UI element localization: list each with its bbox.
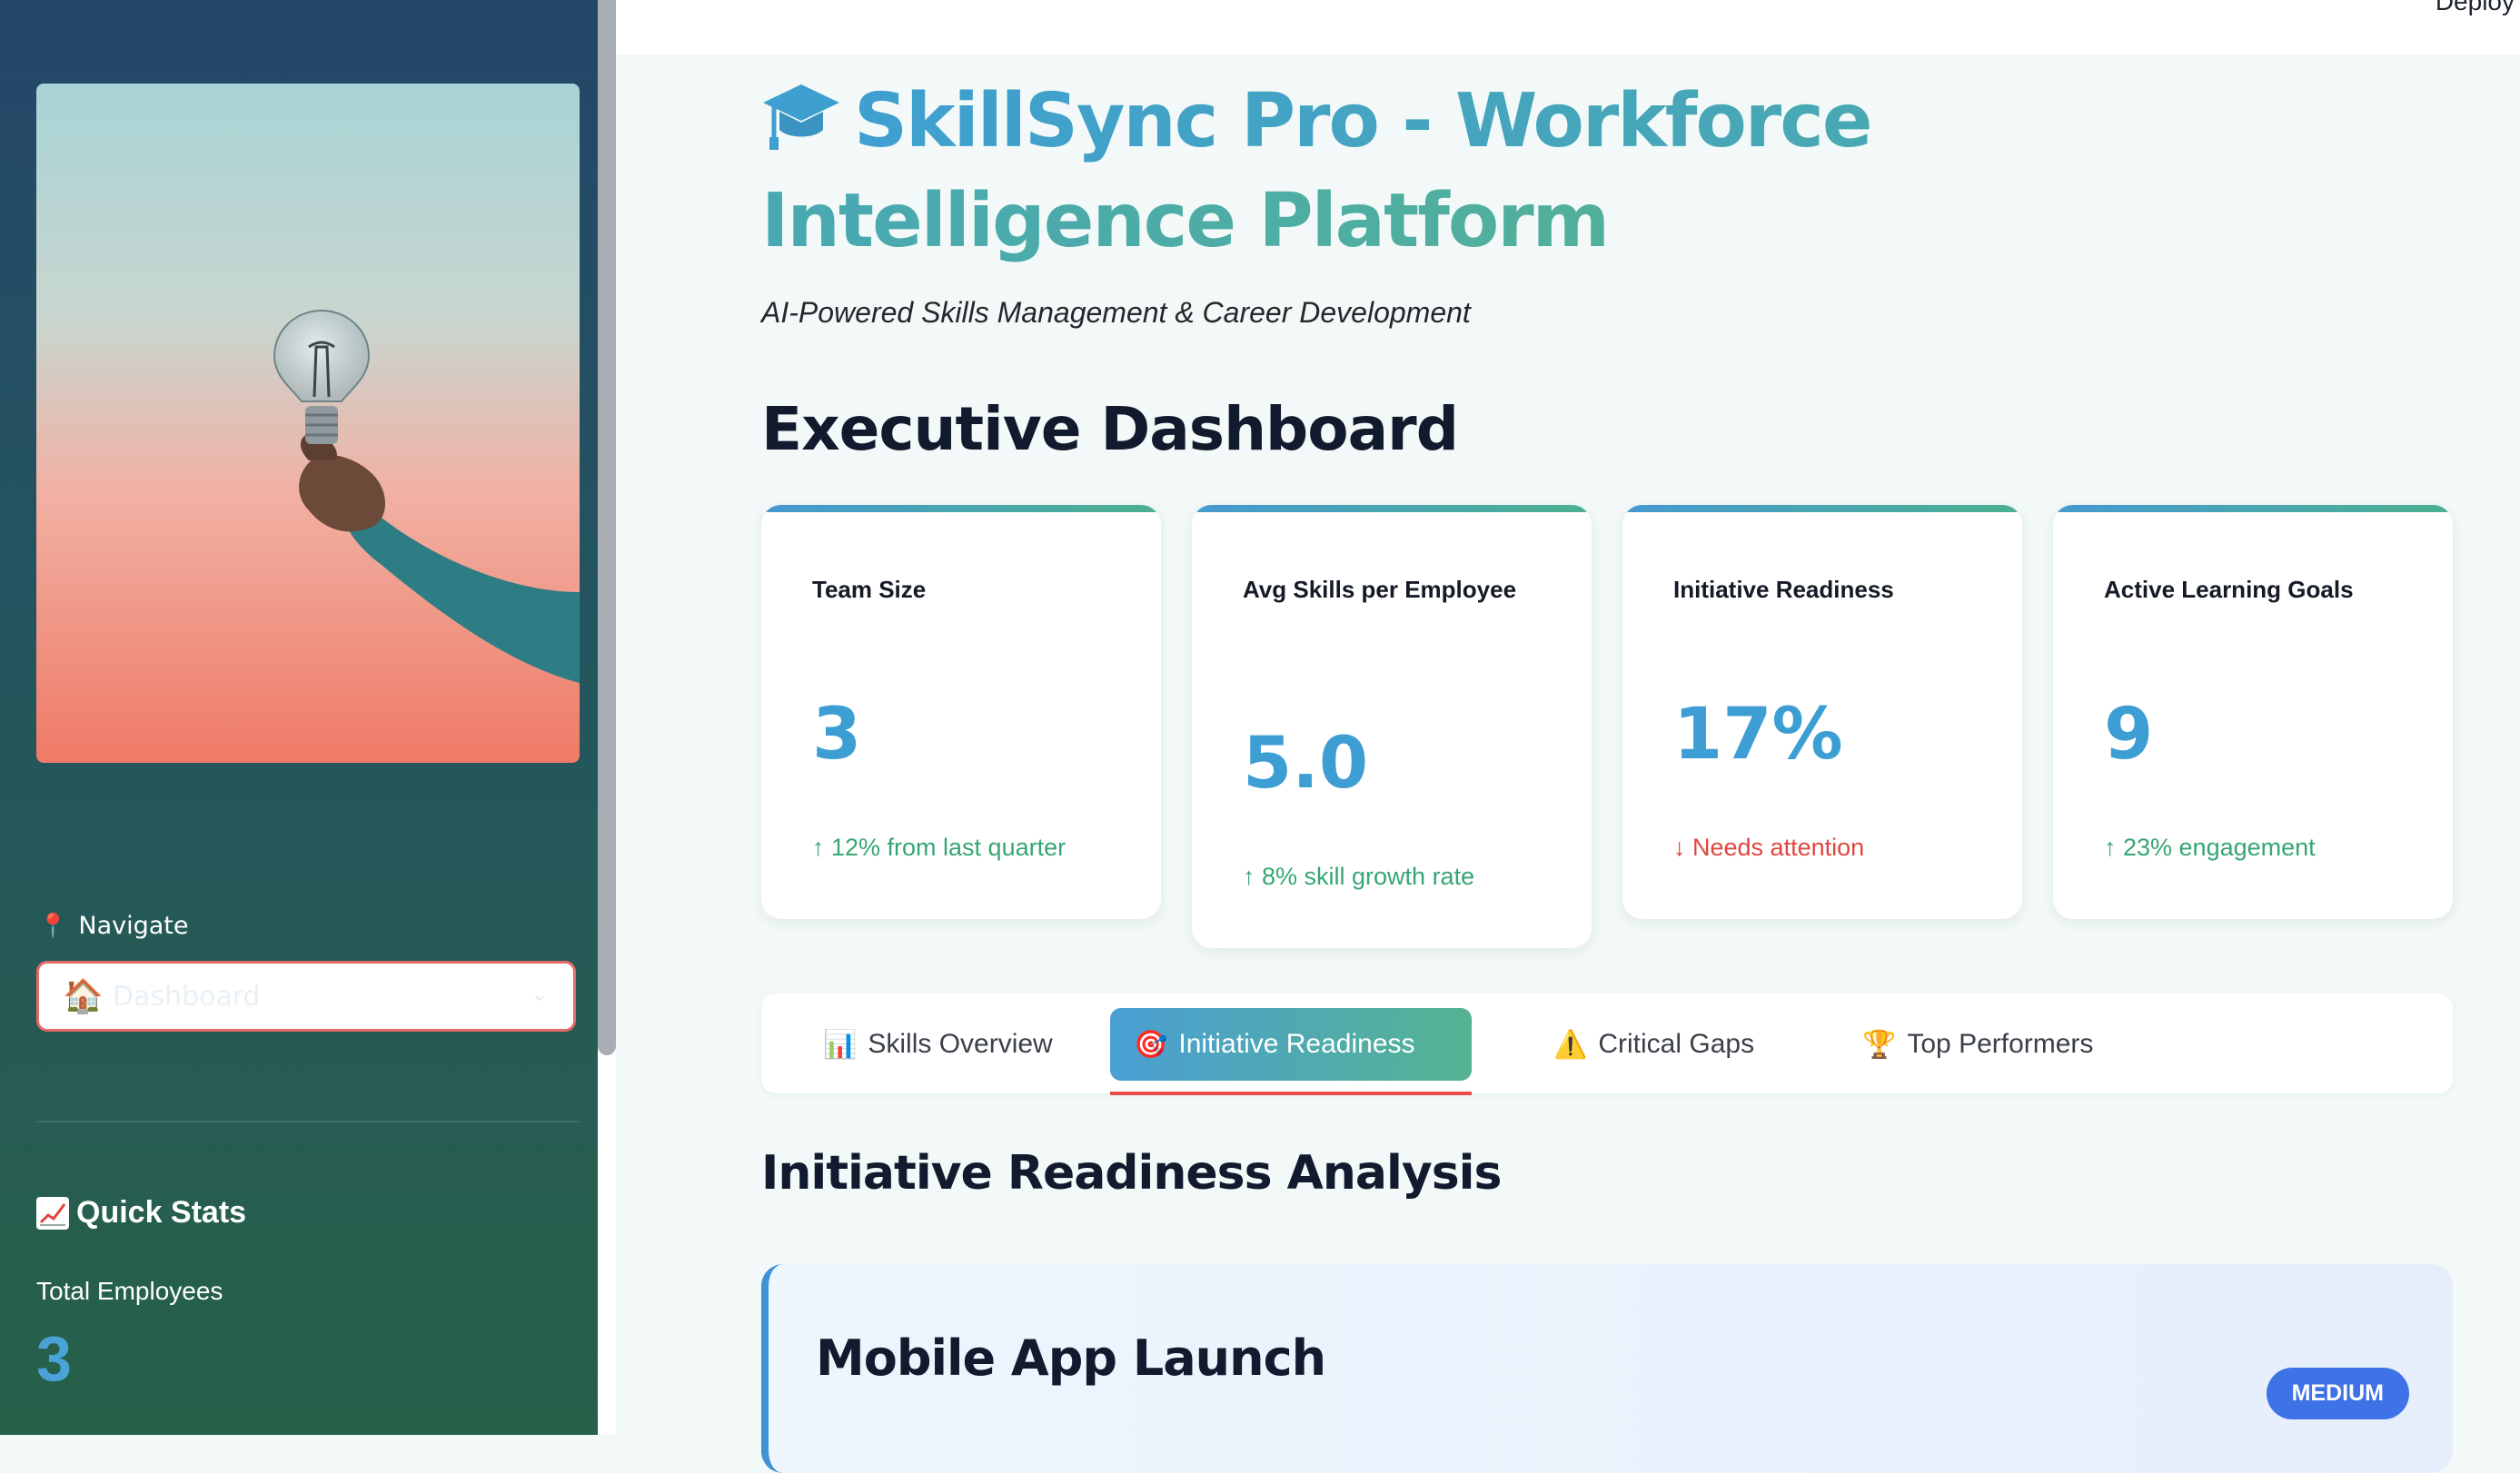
metric-delta: ↑ 8% skill growth rate xyxy=(1243,863,1475,890)
readiness-section-title: Initiative Readiness Analysis xyxy=(761,1146,1502,1201)
navigate-label: 📍 Navigate xyxy=(38,912,188,940)
tab-skills-overview[interactable]: 📊 Skills Overview xyxy=(799,1008,1076,1081)
metric-value: 3 xyxy=(812,694,862,776)
metric-value: 17% xyxy=(1673,694,1843,776)
tab-label: Initiative Readiness xyxy=(1178,1029,1415,1059)
initiative-card: Mobile App Launch MEDIUM xyxy=(761,1264,2453,1473)
graduation-cap-icon xyxy=(761,79,841,174)
page-subtitle: AI-Powered Skills Management & Career De… xyxy=(761,296,1471,329)
initiative-name: Mobile App Launch xyxy=(816,1330,1326,1387)
quick-stats-heading: Quick Stats xyxy=(36,1195,246,1231)
navigate-label-text: Navigate xyxy=(78,912,189,940)
metric-delta: ↓ Needs attention xyxy=(1673,834,1865,861)
navigate-select[interactable]: 🏠 Dashboard ⌄ xyxy=(36,961,576,1032)
tab-label: Top Performers xyxy=(1907,1029,2094,1059)
sidebar: 📍 Navigate 🏠 Dashboard ⌄ Quick Stats Tot… xyxy=(0,0,598,1435)
metric-label: Initiative Readiness xyxy=(1673,576,1894,603)
dashboard-title: Executive Dashboard xyxy=(761,394,1459,464)
tab-initiative-readiness[interactable]: 🎯 Initiative Readiness xyxy=(1110,1008,1472,1081)
chevron-down-icon: ⌄ xyxy=(531,984,548,1006)
sidebar-divider xyxy=(36,1121,580,1122)
navigate-select-value: Dashboard xyxy=(112,980,261,1013)
metric-label: Team Size xyxy=(812,576,927,603)
deploy-button[interactable]: Deploy xyxy=(2436,0,2515,16)
active-tab-indicator xyxy=(1110,1092,1472,1095)
sidebar-hero-image xyxy=(36,84,580,763)
page-title: SkillSync Pro - Workforce Intelligence P… xyxy=(761,74,2215,269)
top-bar: Deploy xyxy=(616,0,2520,54)
metric-card-initiative-readiness: Initiative Readiness 17% ↓ Needs attenti… xyxy=(1622,505,2022,919)
metric-delta: ↑ 23% engagement xyxy=(2104,834,2316,861)
trophy-icon: 🏆 xyxy=(1862,1029,1897,1060)
pin-icon: 📍 xyxy=(38,912,68,940)
total-employees-value: 3 xyxy=(36,1323,72,1394)
target-icon: 🎯 xyxy=(1134,1029,1168,1060)
tab-critical-gaps[interactable]: ⚠️ Critical Gaps xyxy=(1530,1008,1778,1081)
page-title-text: SkillSync Pro - Workforce Intelligence P… xyxy=(761,78,1872,264)
house-icon: 🏠 xyxy=(63,978,104,1015)
tab-label: Critical Gaps xyxy=(1598,1029,1755,1059)
metric-card-team-size: Team Size 3 ↑ 12% from last quarter xyxy=(761,505,1161,919)
sidebar-scrollbar-thumb[interactable] xyxy=(598,0,616,1055)
tab-label: Skills Overview xyxy=(868,1029,1053,1059)
quick-stats-title: Quick Stats xyxy=(76,1195,247,1230)
metric-card-avg-skills: Avg Skills per Employee 5.0 ↑ 8% skill g… xyxy=(1192,505,1592,948)
lightbulb-hand-image xyxy=(36,84,580,763)
bar-chart-icon: 📊 xyxy=(823,1029,858,1060)
tab-bar: 📊 Skills Overview 🎯 Initiative Readiness… xyxy=(761,994,2453,1095)
metric-label: Active Learning Goals xyxy=(2104,576,2354,603)
metric-delta: ↑ 12% from last quarter xyxy=(812,834,1067,861)
priority-badge: MEDIUM xyxy=(2266,1368,2409,1419)
tab-top-performers[interactable]: 🏆 Top Performers xyxy=(1839,1008,2117,1081)
total-employees-label: Total Employees xyxy=(36,1277,223,1305)
metric-card-learning-goals: Active Learning Goals 9 ↑ 23% engagement xyxy=(2053,505,2453,919)
trend-chart-icon xyxy=(36,1196,69,1230)
warning-icon: ⚠️ xyxy=(1553,1029,1588,1060)
metric-value: 5.0 xyxy=(1243,723,1369,805)
metric-value: 9 xyxy=(2104,694,2154,776)
metric-label: Avg Skills per Employee xyxy=(1243,576,1517,603)
